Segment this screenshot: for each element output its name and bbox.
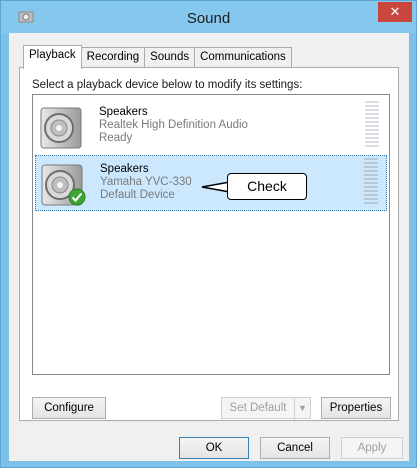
tab-sounds[interactable]: Sounds <box>145 47 196 68</box>
device-description: Yamaha YVC-330 <box>100 176 192 188</box>
tab-playback[interactable]: Playback <box>23 45 82 69</box>
window-title: Sound <box>186 10 231 27</box>
set-default-label: Set Default <box>229 402 287 414</box>
properties-button[interactable]: Properties <box>321 397 391 419</box>
title-bar[interactable]: Sound ✕ <box>1 1 416 33</box>
device-status: Ready <box>99 132 133 144</box>
playback-panel: Select a playback device below to modify… <box>19 67 399 421</box>
callout-label: Check <box>227 173 307 200</box>
close-button[interactable]: ✕ <box>378 2 412 22</box>
green-check-icon <box>68 188 86 206</box>
sound-dialog: Sound ✕ Playback Recording Sounds Commun… <box>0 0 417 468</box>
tab-strip: Playback Recording Sounds Communications <box>23 45 292 69</box>
device-name: Speakers <box>99 106 148 118</box>
device-name: Speakers <box>100 163 149 175</box>
volume-meter <box>364 158 378 206</box>
configure-button[interactable]: Configure <box>32 397 106 419</box>
device-status: Default Device <box>100 189 175 201</box>
tab-recording[interactable]: Recording <box>81 47 146 68</box>
device-list[interactable]: Speakers Realtek High Definition Audio R… <box>32 94 390 375</box>
cancel-button[interactable]: Cancel <box>260 437 330 459</box>
instruction-text: Select a playback device below to modify… <box>32 79 303 91</box>
callout-pointer <box>201 181 230 193</box>
ok-button[interactable]: OK <box>179 437 249 459</box>
tab-communications[interactable]: Communications <box>195 47 292 68</box>
volume-meter <box>365 101 379 149</box>
dialog-client-area: Playback Recording Sounds Communications… <box>9 33 409 461</box>
chevron-down-icon[interactable]: ▼ <box>294 398 310 420</box>
speaker-icon <box>40 107 82 149</box>
set-default-button[interactable]: Set Default ▼ <box>221 397 311 420</box>
device-description: Realtek High Definition Audio <box>99 119 248 131</box>
apply-button[interactable]: Apply <box>341 437 403 459</box>
device-row[interactable]: Speakers Realtek High Definition Audio R… <box>35 99 387 155</box>
